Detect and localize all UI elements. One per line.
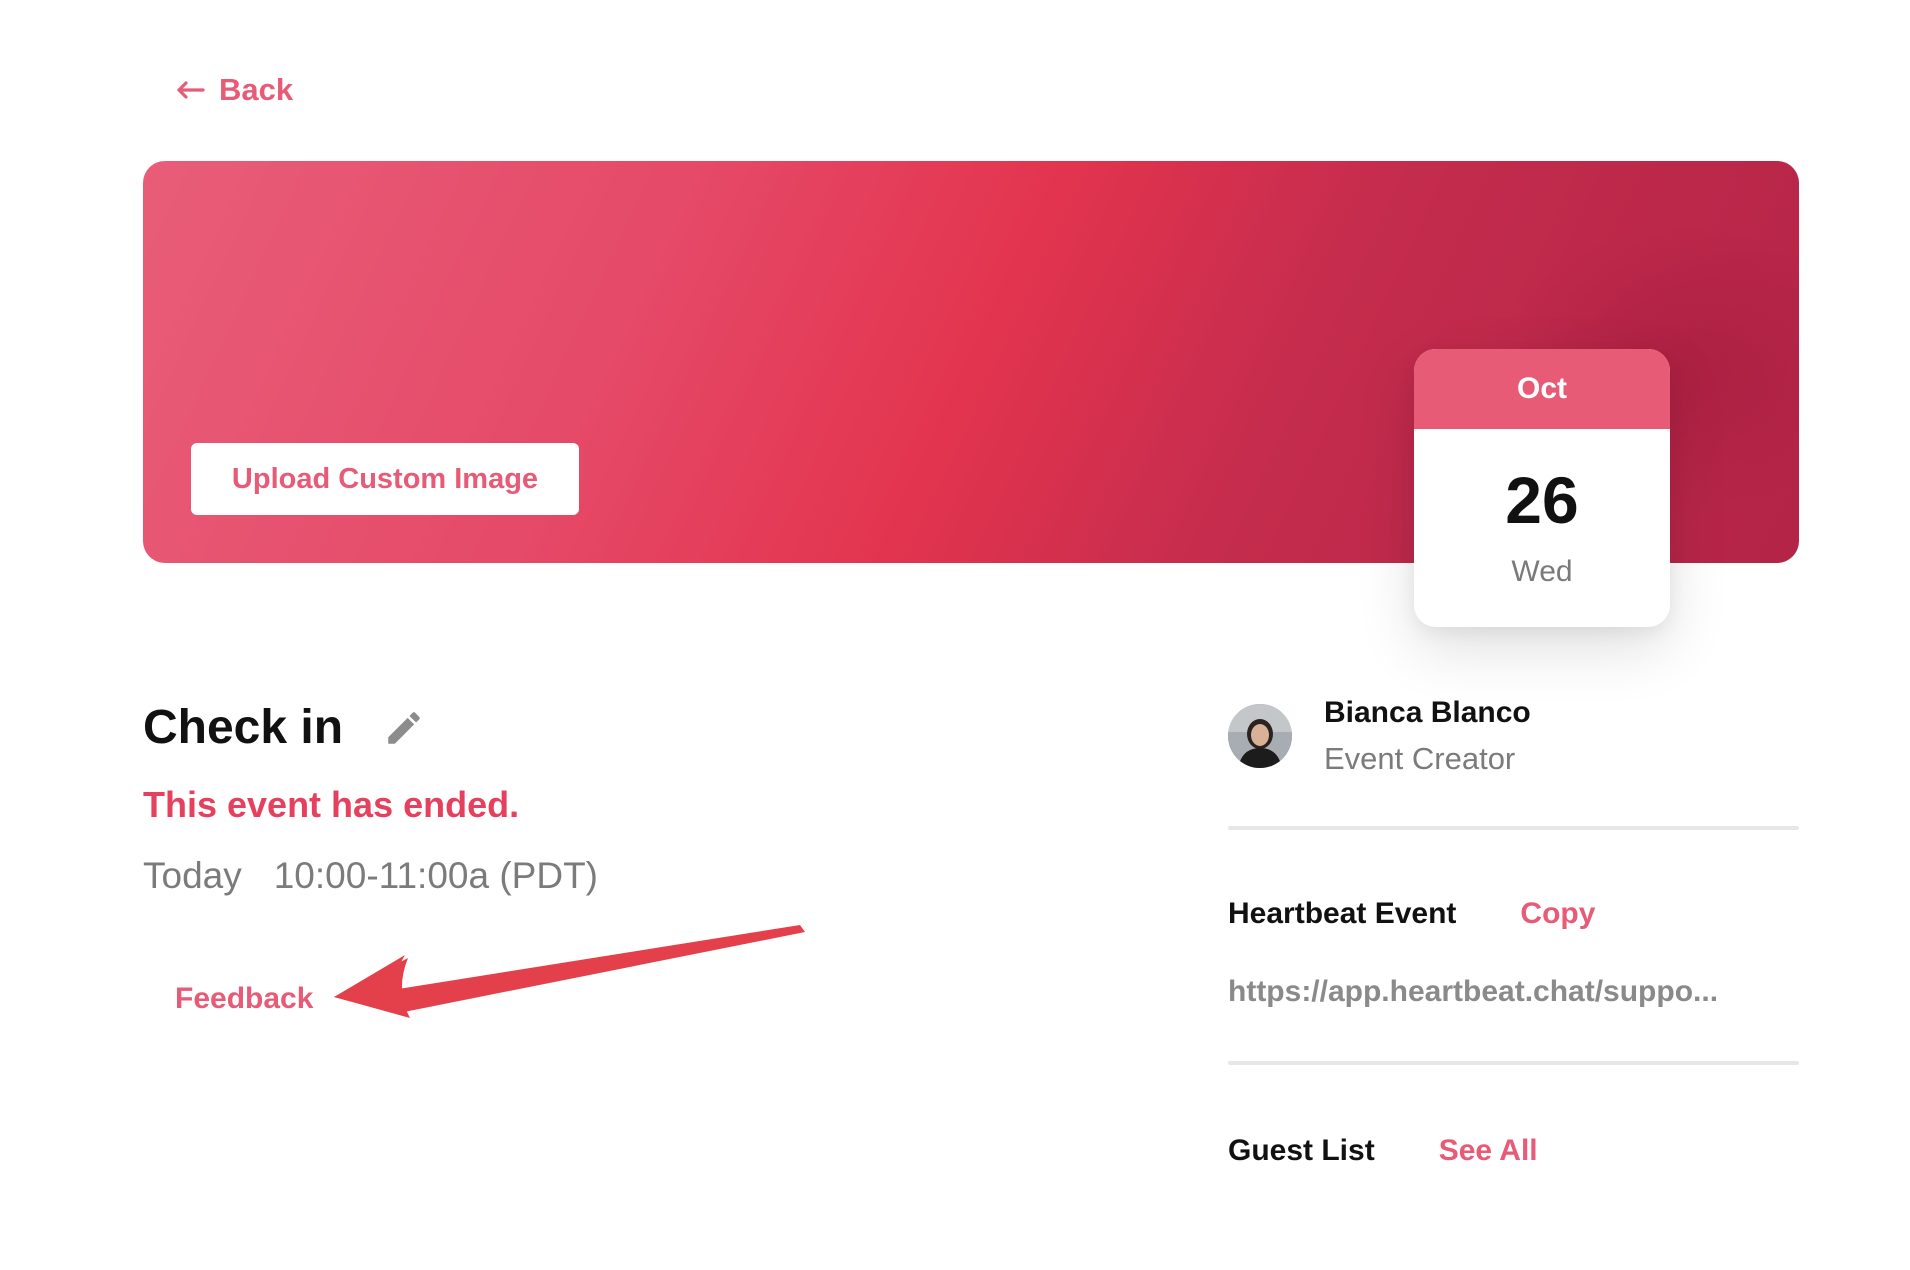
pencil-icon[interactable]: [383, 707, 425, 749]
event-title: Check in: [143, 701, 344, 754]
event-time-row: Today 10:00-11:00a (PDT): [143, 855, 598, 897]
upload-custom-image-button[interactable]: Upload Custom Image: [191, 443, 579, 515]
heartbeat-label: Heartbeat Event: [1228, 897, 1457, 930]
guest-list-row: Guest List See All: [1228, 1134, 1538, 1168]
copy-link-button[interactable]: Copy: [1520, 897, 1595, 931]
event-time: 10:00-11:00a (PDT): [273, 855, 598, 896]
see-all-link[interactable]: See All: [1439, 1134, 1538, 1168]
creator-name: Bianca Blanco: [1324, 696, 1531, 729]
event-creator: Bianca Blanco Event Creator: [1228, 695, 1531, 777]
date-day: 26: [1505, 463, 1579, 537]
avatar[interactable]: [1228, 704, 1292, 768]
date-month: Oct: [1414, 349, 1670, 429]
divider: [1228, 826, 1799, 830]
back-label: Back: [219, 72, 294, 107]
date-card: Oct 26 Wed: [1414, 349, 1670, 627]
creator-info: Bianca Blanco Event Creator: [1324, 695, 1531, 777]
heartbeat-row: Heartbeat Event Copy: [1228, 897, 1595, 931]
creator-role: Event Creator: [1324, 741, 1516, 776]
event-ended-status: This event has ended.: [143, 784, 520, 825]
title-row: Check in: [143, 700, 425, 755]
avatar-image: [1228, 704, 1292, 768]
event-page: Back Upload Custom Image Oct 26 Wed Chec…: [0, 0, 1910, 1270]
date-weekday: Wed: [1511, 555, 1573, 588]
feedback-link[interactable]: Feedback: [175, 982, 313, 1016]
guest-list-label: Guest List: [1228, 1134, 1375, 1167]
event-url: https://app.heartbeat.chat/suppo...: [1228, 975, 1719, 1008]
arrow-left-icon: [177, 81, 205, 99]
back-link[interactable]: Back: [175, 72, 293, 108]
event-day: Today: [143, 855, 242, 896]
divider: [1228, 1061, 1799, 1065]
